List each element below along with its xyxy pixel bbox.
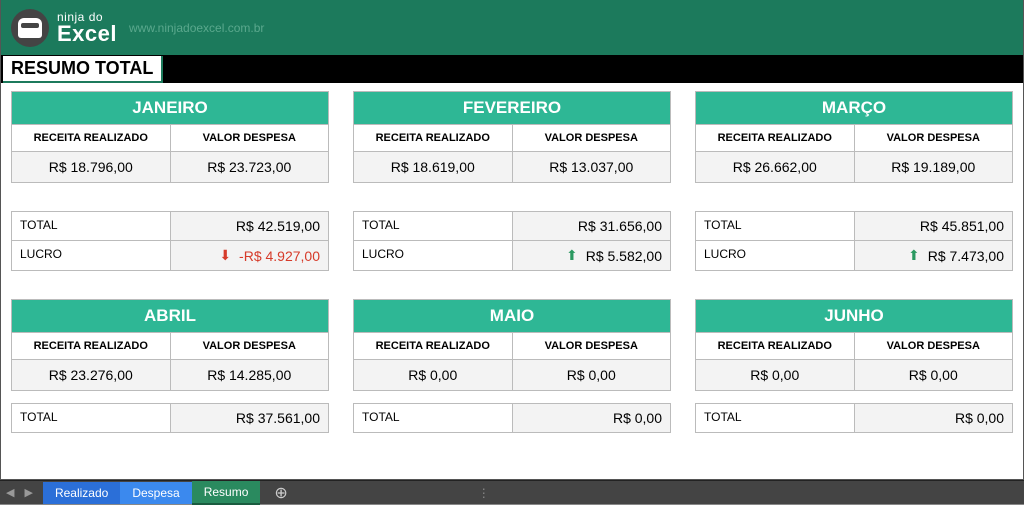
col-receita: RECEITA REALIZADO <box>696 332 855 359</box>
total-label: TOTAL <box>696 404 854 432</box>
chevron-left-icon[interactable]: ◀ <box>6 486 14 499</box>
month-name: JUNHO <box>696 300 1012 332</box>
brand: ninja do Excel <box>57 11 117 45</box>
brand-bottom: Excel <box>57 23 117 45</box>
arrow-up-icon: ⬆ <box>566 247 578 264</box>
months-row-1: JANEIRO RECEITA REALIZADOVALOR DESPESA R… <box>11 91 1013 183</box>
total-value: R$ 0,00 <box>512 404 671 432</box>
total-value: R$ 42.519,00 <box>170 212 329 240</box>
totals-marco: TOTALR$ 45.851,00 LUCRO ⬆ R$ 7.473,00 <box>695 211 1013 271</box>
receita-value: R$ 23.276,00 <box>12 359 171 390</box>
header: ninja do Excel www.ninjadoexcel.com.br <box>1 0 1023 55</box>
month-card-junho: JUNHO RECEITA REALIZADOVALOR DESPESA R$ … <box>695 299 1013 391</box>
month-name: MARÇO <box>696 92 1012 124</box>
month-name: FEVEREIRO <box>354 92 670 124</box>
chevron-right-icon[interactable]: ▶ <box>24 486 32 499</box>
total-label: TOTAL <box>354 212 512 240</box>
col-receita: RECEITA REALIZADO <box>354 124 513 151</box>
tab-realizado[interactable]: Realizado <box>43 482 120 504</box>
totals-row-2: TOTALR$ 37.561,00 TOTALR$ 0,00 TOTALR$ 0… <box>11 403 1013 433</box>
arrow-down-icon: ⬇ <box>219 247 231 264</box>
col-despesa: VALOR DESPESA <box>513 332 671 359</box>
lucro-value: -R$ 4.927,00 <box>239 248 320 264</box>
month-card-abril: ABRIL RECEITA REALIZADOVALOR DESPESA R$ … <box>11 299 329 391</box>
total-label: TOTAL <box>354 404 512 432</box>
col-despesa: VALOR DESPESA <box>171 332 329 359</box>
receita-value: R$ 26.662,00 <box>696 151 855 182</box>
despesa-value: R$ 13.037,00 <box>513 151 671 182</box>
total-value: R$ 45.851,00 <box>854 212 1013 240</box>
despesa-value: R$ 23.723,00 <box>171 151 329 182</box>
month-card-janeiro: JANEIRO RECEITA REALIZADOVALOR DESPESA R… <box>11 91 329 183</box>
despesa-value: R$ 19.189,00 <box>855 151 1013 182</box>
total-value: R$ 0,00 <box>854 404 1013 432</box>
month-card-fevereiro: FEVEREIRO RECEITA REALIZADOVALOR DESPESA… <box>353 91 671 183</box>
totals-maio: TOTALR$ 0,00 <box>353 403 671 433</box>
col-receita: RECEITA REALIZADO <box>12 332 171 359</box>
total-label: TOTAL <box>12 404 170 432</box>
totals-janeiro: TOTALR$ 42.519,00 LUCRO ⬇ -R$ 4.927,00 <box>11 211 329 271</box>
page-title: RESUMO TOTAL <box>3 56 163 83</box>
sheet-tabs: ◀▶ Realizado Despesa Resumo ⊕ ⋮ <box>0 480 1024 504</box>
totals-abril: TOTALR$ 37.561,00 <box>11 403 329 433</box>
arrow-up-icon: ⬆ <box>908 247 920 264</box>
tab-nav[interactable]: ◀▶ <box>6 486 33 499</box>
receita-value: R$ 18.796,00 <box>12 151 171 182</box>
lucro-label: LUCRO <box>696 241 854 270</box>
despesa-value: R$ 14.285,00 <box>171 359 329 390</box>
col-receita: RECEITA REALIZADO <box>696 124 855 151</box>
receita-value: R$ 18.619,00 <box>354 151 513 182</box>
month-name: JANEIRO <box>12 92 328 124</box>
month-card-marco: MARÇO RECEITA REALIZADOVALOR DESPESA R$ … <box>695 91 1013 183</box>
receita-value: R$ 0,00 <box>354 359 513 390</box>
tab-despesa[interactable]: Despesa <box>120 482 191 504</box>
totals-row-1: TOTALR$ 42.519,00 LUCRO⬇-R$ 4.927,00 TOT… <box>11 211 1013 271</box>
totals-junho: TOTALR$ 0,00 <box>695 403 1013 433</box>
logo-icon <box>11 9 49 47</box>
month-card-maio: MAIO RECEITA REALIZADOVALOR DESPESA R$ 0… <box>353 299 671 391</box>
lucro-label: LUCRO <box>354 241 512 270</box>
totals-fevereiro: TOTALR$ 31.656,00 LUCRO ⬆ R$ 5.582,00 <box>353 211 671 271</box>
col-despesa: VALOR DESPESA <box>513 124 671 151</box>
col-despesa: VALOR DESPESA <box>171 124 329 151</box>
lucro-label: LUCRO <box>12 241 170 270</box>
col-despesa: VALOR DESPESA <box>855 332 1013 359</box>
title-bar: RESUMO TOTAL <box>1 55 1023 83</box>
receita-value: R$ 0,00 <box>696 359 855 390</box>
despesa-value: R$ 0,00 <box>855 359 1013 390</box>
drag-handle-icon[interactable]: ⋮ <box>478 486 490 500</box>
site-url: www.ninjadoexcel.com.br <box>129 21 264 35</box>
tab-resumo[interactable]: Resumo <box>192 481 261 505</box>
total-value: R$ 31.656,00 <box>512 212 671 240</box>
total-label: TOTAL <box>12 212 170 240</box>
month-name: MAIO <box>354 300 670 332</box>
add-sheet-icon[interactable]: ⊕ <box>274 483 287 503</box>
col-receita: RECEITA REALIZADO <box>12 124 171 151</box>
months-row-2: ABRIL RECEITA REALIZADOVALOR DESPESA R$ … <box>11 299 1013 391</box>
lucro-value: R$ 7.473,00 <box>928 248 1004 264</box>
month-name: ABRIL <box>12 300 328 332</box>
content: JANEIRO RECEITA REALIZADOVALOR DESPESA R… <box>1 83 1023 473</box>
despesa-value: R$ 0,00 <box>513 359 671 390</box>
total-label: TOTAL <box>696 212 854 240</box>
lucro-value: R$ 5.582,00 <box>586 248 662 264</box>
col-receita: RECEITA REALIZADO <box>354 332 513 359</box>
total-value: R$ 37.561,00 <box>170 404 329 432</box>
col-despesa: VALOR DESPESA <box>855 124 1013 151</box>
